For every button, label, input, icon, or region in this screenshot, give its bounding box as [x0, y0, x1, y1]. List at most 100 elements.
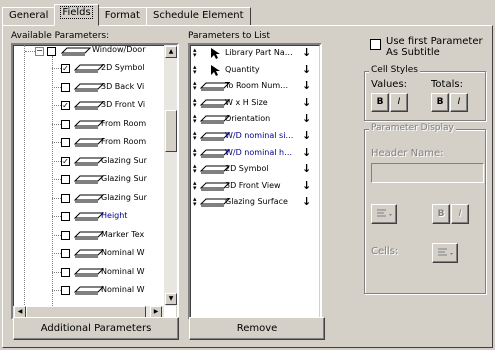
item-checkbox[interactable] — [61, 175, 70, 184]
tab-general[interactable]: General — [2, 7, 56, 25]
available-item[interactable]: From Room — [52, 117, 164, 133]
cells-align-button[interactable] — [432, 243, 458, 263]
element-parameter-icon — [74, 138, 104, 148]
available-item[interactable]: Marker Tex — [52, 228, 164, 244]
list-item[interactable]: ▴ ▾ 2D Symbol ↓ — [193, 162, 317, 178]
align-left-icon — [438, 248, 453, 256]
drag-handle-icon[interactable]: ▴ ▾ — [193, 63, 197, 75]
list-item[interactable]: ▴ ▾ Library Part Na… ↓ — [193, 46, 317, 62]
totals-italic-button[interactable]: I — [450, 93, 468, 112]
header-name-field[interactable] — [371, 163, 484, 183]
item-checkbox[interactable] — [61, 193, 70, 203]
header-align-button[interactable] — [371, 204, 397, 224]
drag-handle-icon[interactable]: ▴ ▾ — [193, 179, 197, 191]
item-checkbox[interactable] — [61, 138, 70, 147]
available-item[interactable]: From Room — [52, 135, 164, 151]
item-checkbox[interactable] — [61, 119, 70, 129]
list-item-label: Orientation — [225, 114, 271, 124]
tab-schedule-element[interactable]: Schedule Element — [145, 7, 251, 25]
drag-handle-icon[interactable]: ▴ ▾ — [193, 113, 197, 125]
tree-node-window-door[interactable]: − Window/Door — [35, 45, 175, 59]
element-parameter-icon — [74, 175, 104, 185]
item-checkbox[interactable]: ✓ — [61, 64, 70, 73]
item-checkbox[interactable]: ✓ — [61, 156, 70, 166]
available-item-label: Glazing Sur — [101, 192, 147, 202]
tree-connector — [52, 68, 61, 69]
list-item[interactable]: ▴ ▾ Orientation ↓ — [193, 112, 317, 128]
element-parameter-icon — [74, 64, 104, 74]
available-item[interactable]: 3D Back Vi — [52, 80, 164, 96]
sort-descending-icon[interactable]: ↓ — [302, 79, 311, 92]
sort-descending-icon[interactable]: ↓ — [302, 146, 311, 159]
list-item-label: W/D nominal si… — [225, 131, 294, 140]
drag-handle-icon[interactable]: ▴ ▾ — [193, 146, 197, 158]
additional-parameters-button[interactable]: Additional Parameters — [13, 317, 179, 340]
item-checkbox[interactable] — [61, 267, 70, 277]
remove-button[interactable]: Remove — [189, 317, 325, 340]
item-checkbox[interactable] — [61, 82, 70, 92]
available-item-label: 2D Symbol — [101, 63, 145, 72]
totals-bold-button[interactable]: B — [431, 93, 449, 112]
list-item[interactable]: ▴ ▾ Glazing Surface ↓ — [193, 195, 317, 211]
header-bold-button[interactable]: B — [432, 204, 450, 224]
values-bold-button[interactable]: B — [371, 93, 389, 112]
list-item[interactable]: ▴ ▾ Quantity ↓ — [193, 63, 317, 79]
drag-handle-icon[interactable]: ▴ ▾ — [193, 196, 197, 208]
element-parameter-icon — [74, 101, 104, 111]
collapse-toggle-icon[interactable]: − — [35, 47, 44, 56]
available-item[interactable]: Glazing Sur — [52, 191, 164, 207]
element-parameter-icon — [74, 120, 104, 130]
sort-descending-icon[interactable]: ↓ — [302, 112, 311, 125]
sort-descending-icon[interactable]: ↓ — [302, 129, 311, 142]
item-checkbox[interactable] — [61, 286, 70, 295]
element-parameter-icon — [74, 157, 104, 167]
node-checkbox-icon[interactable] — [47, 47, 56, 56]
drag-handle-icon[interactable]: ▴ ▾ — [193, 96, 197, 108]
sort-descending-icon[interactable]: ↓ — [302, 179, 311, 192]
sort-descending-icon[interactable]: ↓ — [302, 162, 311, 175]
available-item[interactable]: Nominal W — [52, 265, 164, 281]
drag-handle-icon[interactable]: ▴ ▾ — [193, 163, 197, 175]
tree-connector — [52, 179, 61, 180]
available-item[interactable]: Nominal W — [52, 283, 164, 299]
cell-styles-group: Cell Styles Values: Totals: B I B I — [364, 65, 486, 121]
values-italic-button[interactable]: I — [390, 93, 408, 112]
drag-handle-icon[interactable]: ▴ ▾ — [193, 80, 197, 92]
available-item[interactable]: Glazing Sur — [52, 172, 164, 188]
available-item[interactable]: Nominal W — [52, 246, 164, 262]
element-parameter-icon — [74, 83, 104, 93]
drag-handle-icon[interactable]: ▴ ▾ — [193, 47, 197, 59]
item-checkbox[interactable] — [61, 230, 70, 240]
available-item[interactable]: ✓ 2D Symbol — [52, 61, 164, 77]
item-checkbox[interactable] — [61, 212, 70, 221]
available-item-label: Height — [101, 211, 128, 220]
scroll-thumb[interactable] — [165, 110, 177, 152]
item-checkbox[interactable]: ✓ — [61, 101, 70, 110]
sort-descending-icon[interactable]: ↓ — [302, 63, 311, 76]
list-item[interactable]: ▴ ▾ 3D Front View ↓ — [193, 179, 317, 195]
sort-descending-icon[interactable]: ↓ — [302, 195, 311, 208]
available-vscrollbar[interactable]: ▲ ▼ — [164, 45, 177, 306]
element-parameter-icon — [74, 286, 104, 296]
use-first-parameter-checkbox[interactable] — [370, 39, 381, 50]
list-item[interactable]: ▴ ▾ W/D nominal h… ↓ — [193, 146, 317, 162]
available-parameters-tree[interactable]: − Window/Door ✓ 2D Symbol 3D Back Vi ✓ 3D Fr… — [11, 43, 179, 320]
available-item[interactable]: Height — [52, 209, 164, 225]
element-parameter-icon — [74, 231, 104, 241]
tab-format[interactable]: Format — [97, 7, 147, 25]
header-italic-button[interactable]: I — [451, 204, 469, 224]
available-item[interactable]: ✓ 3D Front Vi — [52, 98, 164, 114]
available-item[interactable]: ✓ Glazing Sur — [52, 154, 164, 170]
sort-descending-icon[interactable]: ↓ — [302, 46, 311, 59]
sort-descending-icon[interactable]: ↓ — [302, 96, 311, 109]
parameters-to-list[interactable]: ▴ ▾ Library Part Na… ↓ ▴ ▾ Quantity ↓ ▴ ▾ To Room … — [188, 43, 322, 320]
element-parameter-icon — [74, 249, 104, 259]
tab-fields[interactable]: Fields — [54, 4, 99, 26]
drag-handle-icon[interactable]: ▴ ▾ — [193, 130, 197, 142]
item-checkbox[interactable] — [61, 249, 70, 258]
scroll-down-arrow-icon[interactable]: ▼ — [165, 293, 177, 305]
list-item[interactable]: ▴ ▾ W/D nominal si… ↓ — [193, 129, 317, 145]
scroll-up-arrow-icon[interactable]: ▲ — [165, 46, 177, 58]
list-item[interactable]: ▴ ▾ W x H Size ↓ — [193, 96, 317, 112]
list-item[interactable]: ▴ ▾ To Room Num… ↓ — [193, 79, 317, 95]
